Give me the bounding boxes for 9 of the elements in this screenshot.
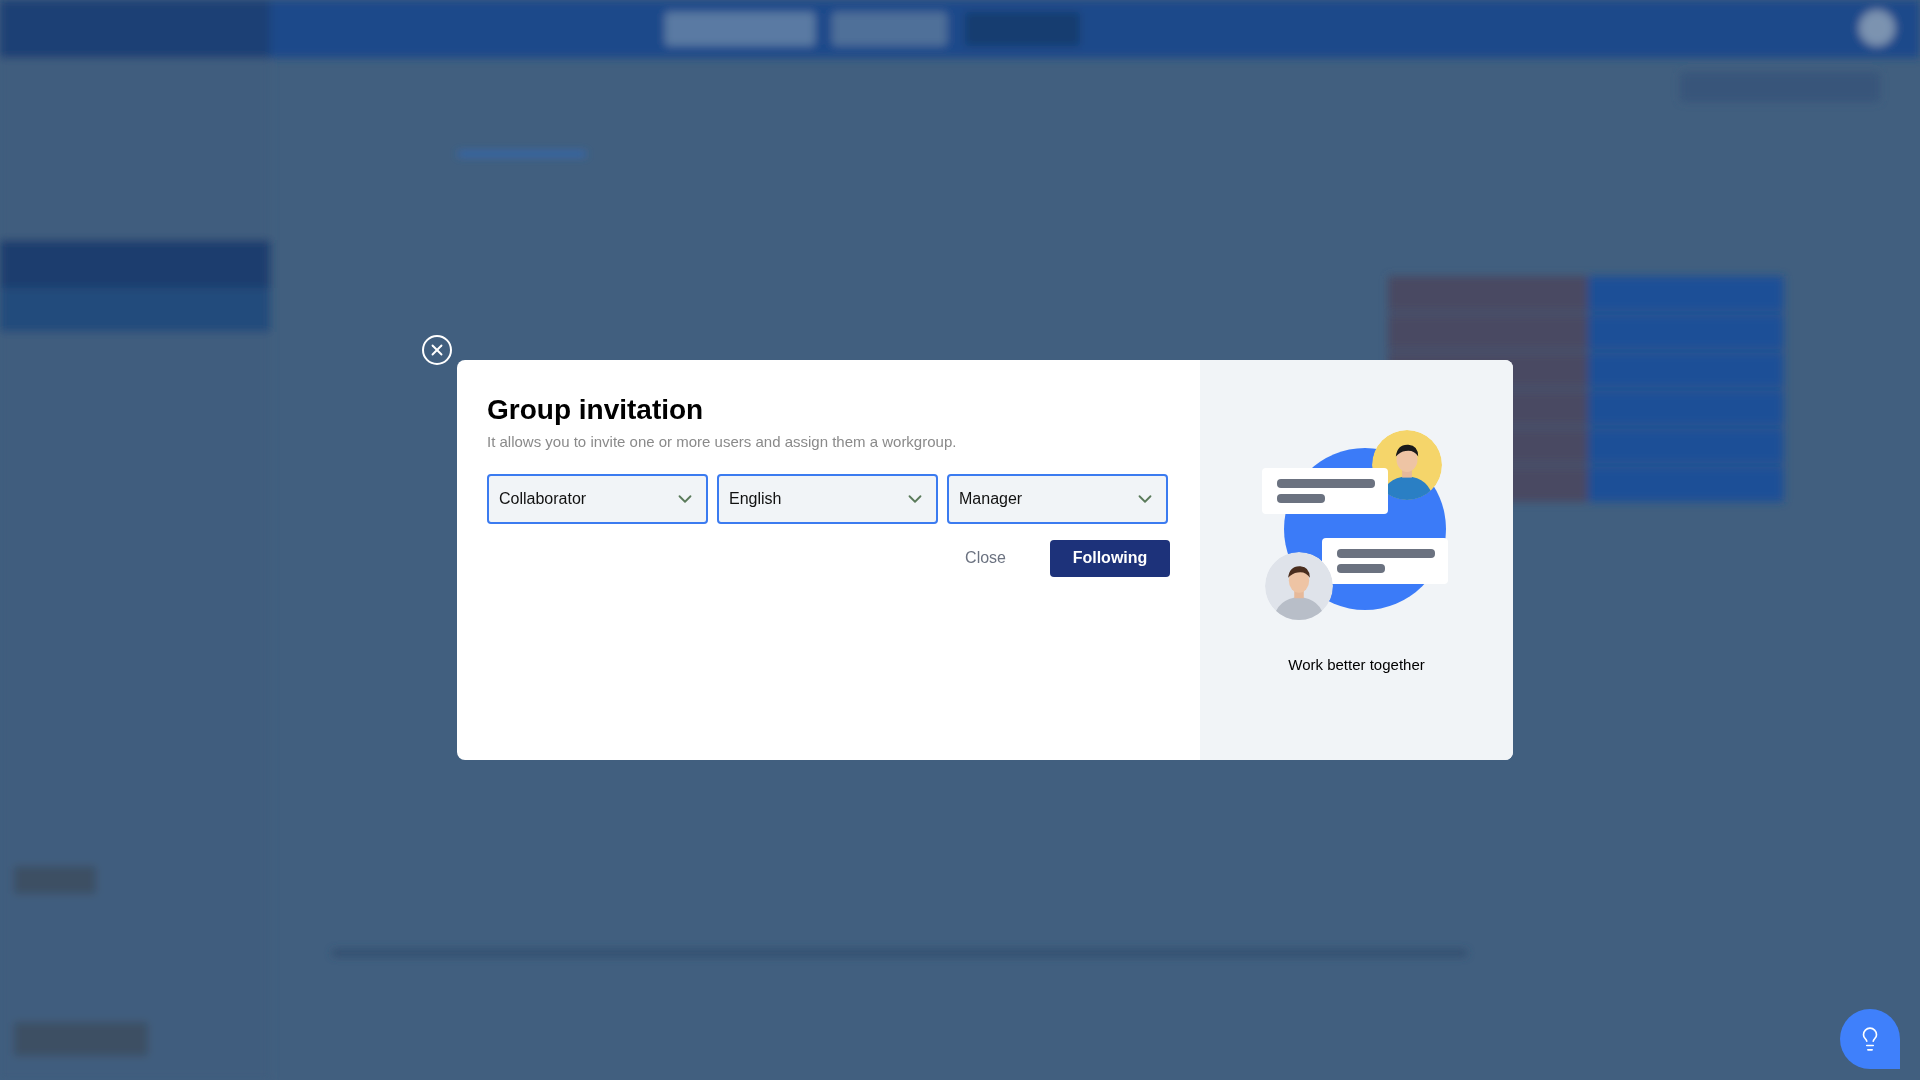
close-button[interactable]: Close: [961, 540, 1010, 576]
dialog-title: Group invitation: [487, 393, 705, 427]
dropdown-select[interactable]: English: [717, 473, 938, 524]
dropdown-select[interactable]: Collaborator: [487, 473, 708, 524]
following-button[interactable]: Following: [1050, 539, 1170, 577]
illustration-caption: Work better together: [1288, 655, 1425, 675]
dropdown-select[interactable]: Manager: [947, 473, 1168, 524]
close-icon[interactable]: [422, 335, 452, 365]
dialog-subtitle: It allows you to invite one or more users and assign them a workgroup.: [487, 432, 958, 452]
